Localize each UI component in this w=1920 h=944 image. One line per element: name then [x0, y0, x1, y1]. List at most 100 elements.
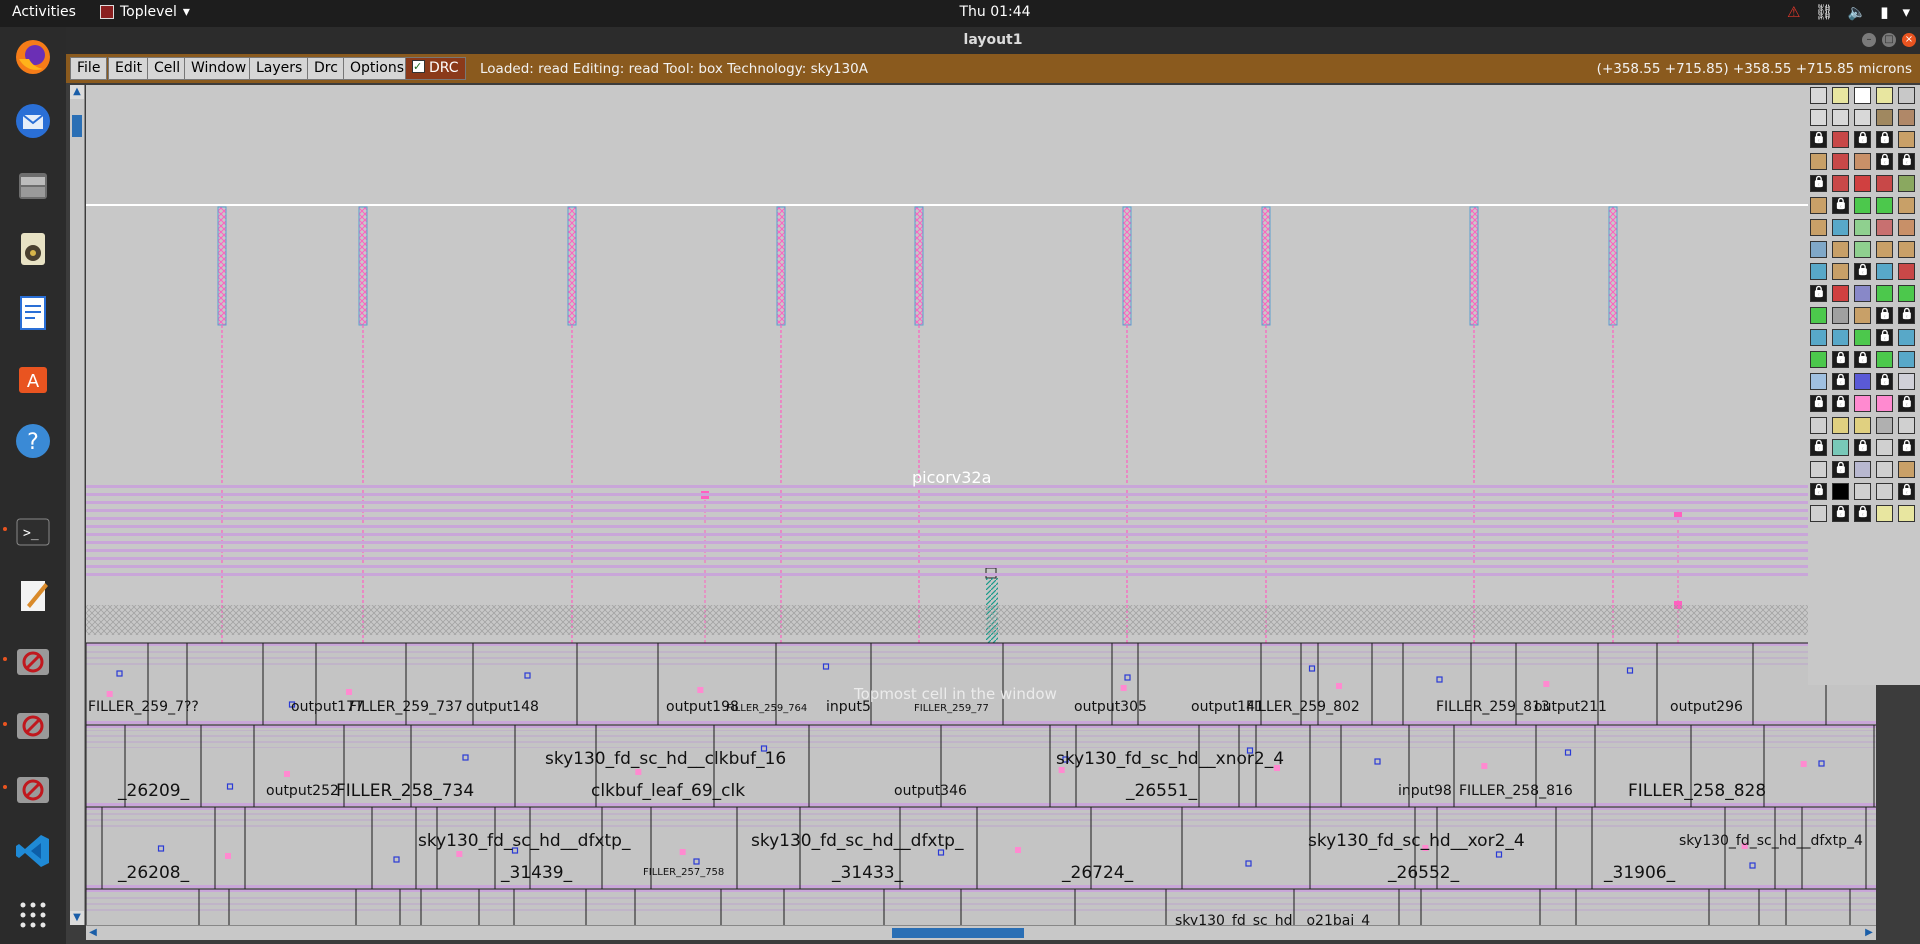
- vertical-scrollbar[interactable]: ▲ ▼: [70, 85, 85, 925]
- layer-swatch[interactable]: [1898, 505, 1915, 522]
- layer-lock-icon[interactable]: [1854, 351, 1871, 368]
- software-center-icon[interactable]: A: [9, 353, 57, 401]
- layer-swatch[interactable]: [1876, 417, 1893, 434]
- layer-swatch[interactable]: [1810, 329, 1827, 346]
- layer-lock-icon[interactable]: [1810, 175, 1827, 192]
- layer-swatch[interactable]: [1832, 219, 1849, 236]
- layer-swatch[interactable]: [1810, 109, 1827, 126]
- blocked-app-icon[interactable]: [9, 637, 57, 685]
- layer-swatch[interactable]: [1876, 263, 1893, 280]
- layer-lock-icon[interactable]: [1898, 307, 1915, 324]
- layer-swatch[interactable]: [1810, 197, 1827, 214]
- layer-swatch[interactable]: [1898, 461, 1915, 478]
- layer-swatch[interactable]: [1876, 87, 1893, 104]
- layer-swatch[interactable]: [1810, 87, 1827, 104]
- battery-icon[interactable]: ▮: [1880, 3, 1888, 21]
- layer-swatch[interactable]: [1876, 395, 1893, 412]
- layer-swatch[interactable]: [1898, 109, 1915, 126]
- layer-swatch[interactable]: [1876, 175, 1893, 192]
- layer-swatch[interactable]: [1854, 109, 1871, 126]
- layer-swatch[interactable]: [1810, 307, 1827, 324]
- layer-lock-icon[interactable]: [1832, 461, 1849, 478]
- layer-lock-icon[interactable]: [1854, 131, 1871, 148]
- layer-swatch[interactable]: [1854, 153, 1871, 170]
- drc-menu[interactable]: Drc: [307, 57, 345, 80]
- layer-swatch[interactable]: [1854, 219, 1871, 236]
- layer-swatch[interactable]: [1854, 461, 1871, 478]
- layer-swatch[interactable]: [1832, 307, 1849, 324]
- window-menu[interactable]: Window: [184, 57, 254, 80]
- layer-swatch[interactable]: [1876, 505, 1893, 522]
- layer-swatch[interactable]: [1898, 87, 1915, 104]
- minimize-icon[interactable]: –: [1862, 33, 1876, 47]
- scroll-right-icon[interactable]: ▶: [1862, 926, 1876, 940]
- layer-swatch[interactable]: [1832, 153, 1849, 170]
- layer-lock-icon[interactable]: [1832, 395, 1849, 412]
- edit-menu[interactable]: Edit: [108, 57, 150, 80]
- layer-swatch[interactable]: [1876, 197, 1893, 214]
- volume-icon[interactable]: 🔈: [1848, 3, 1867, 21]
- layer-swatch[interactable]: [1898, 241, 1915, 258]
- network-icon[interactable]: ⛓: [1814, 3, 1833, 21]
- layer-swatch[interactable]: [1898, 131, 1915, 148]
- options-menu[interactable]: Options: [343, 57, 412, 80]
- layer-swatch[interactable]: [1854, 87, 1871, 104]
- libreoffice-writer-icon[interactable]: [9, 289, 57, 337]
- layer-swatch[interactable]: [1810, 219, 1827, 236]
- layer-lock-icon[interactable]: [1854, 263, 1871, 280]
- warning-icon[interactable]: ⚠: [1787, 3, 1800, 21]
- layer-swatch[interactable]: [1876, 109, 1893, 126]
- layer-swatch[interactable]: [1898, 219, 1915, 236]
- layer-swatch[interactable]: [1810, 373, 1827, 390]
- layer-swatch[interactable]: [1854, 373, 1871, 390]
- layer-swatch[interactable]: [1832, 263, 1849, 280]
- layer-lock-icon[interactable]: [1876, 307, 1893, 324]
- layer-lock-icon[interactable]: [1810, 483, 1827, 500]
- maximize-icon[interactable]: □: [1882, 33, 1896, 47]
- layer-swatch[interactable]: [1810, 417, 1827, 434]
- layer-swatch[interactable]: [1854, 483, 1871, 500]
- system-tray[interactable]: ⚠ ⛓ 🔈 ▮ ▾: [1787, 3, 1910, 21]
- layer-lock-icon[interactable]: [1898, 153, 1915, 170]
- layer-lock-icon[interactable]: [1876, 131, 1893, 148]
- layer-lock-icon[interactable]: [1854, 439, 1871, 456]
- close-icon[interactable]: ×: [1902, 33, 1916, 47]
- layer-swatch[interactable]: [1810, 241, 1827, 258]
- layer-swatch[interactable]: [1854, 285, 1871, 302]
- layer-swatch[interactable]: [1854, 395, 1871, 412]
- show-apps-icon[interactable]: [9, 891, 57, 939]
- layer-swatch[interactable]: [1854, 175, 1871, 192]
- layer-swatch[interactable]: [1876, 461, 1893, 478]
- blocked-app-icon[interactable]: [9, 701, 57, 749]
- layer-swatch[interactable]: [1832, 417, 1849, 434]
- layer-lock-icon[interactable]: [1810, 439, 1827, 456]
- app-menu[interactable]: Toplevel ▾: [100, 4, 190, 20]
- firefox-icon[interactable]: [9, 33, 57, 81]
- layer-lock-icon[interactable]: [1898, 439, 1915, 456]
- layer-lock-icon[interactable]: [1832, 373, 1849, 390]
- layers-menu[interactable]: Layers: [249, 57, 310, 80]
- layer-lock-icon[interactable]: [1898, 483, 1915, 500]
- scroll-down-icon[interactable]: ▼: [70, 911, 84, 925]
- layer-lock-icon[interactable]: [1876, 153, 1893, 170]
- layer-swatch[interactable]: [1854, 197, 1871, 214]
- layer-swatch[interactable]: [1898, 175, 1915, 192]
- file-menu[interactable]: File: [70, 57, 108, 80]
- layer-swatch[interactable]: [1898, 285, 1915, 302]
- clock[interactable]: Thu 01:44: [930, 4, 1060, 20]
- layer-swatch[interactable]: [1876, 285, 1893, 302]
- layer-swatch[interactable]: [1810, 505, 1827, 522]
- window-titlebar[interactable]: layout1 – □ ×: [66, 27, 1920, 54]
- layer-swatch[interactable]: [1810, 153, 1827, 170]
- layout-canvas[interactable]: picorv32a Topmost cell in the window FIL…: [86, 85, 1876, 925]
- layer-swatch[interactable]: [1810, 461, 1827, 478]
- layer-lock-icon[interactable]: [1832, 505, 1849, 522]
- layer-swatch[interactable]: [1832, 285, 1849, 302]
- layer-swatch[interactable]: [1876, 351, 1893, 368]
- layer-lock-icon[interactable]: [1810, 285, 1827, 302]
- text-editor-icon[interactable]: [9, 571, 57, 619]
- files-icon[interactable]: [9, 161, 57, 209]
- layer-swatch[interactable]: [1876, 219, 1893, 236]
- layer-swatch[interactable]: [1876, 483, 1893, 500]
- layer-swatch[interactable]: [1854, 307, 1871, 324]
